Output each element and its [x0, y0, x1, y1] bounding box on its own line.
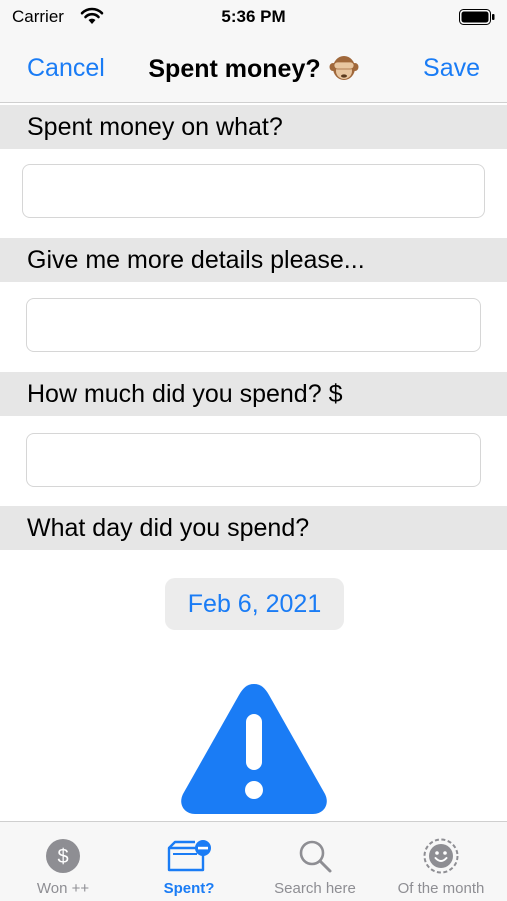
date-picker-button[interactable]: Feb 6, 2021 [165, 578, 344, 630]
page-title-text: Spent money? [148, 55, 321, 83]
section-header-what: Spent money on what? [0, 105, 507, 149]
tab-search-label: Search here [274, 880, 356, 897]
tab-won-label: Won ++ [36, 880, 90, 897]
tab-bar: $ Won ++ Spent? Search here Of the month [0, 821, 507, 901]
tab-month-label: Of the month [397, 880, 485, 897]
section-header-date: What day did you spend? [0, 506, 507, 550]
tab-won[interactable]: $ Won ++ [0, 822, 126, 901]
save-button[interactable]: Save [423, 54, 480, 83]
what-input[interactable] [22, 164, 485, 218]
tab-spent[interactable]: Spent? [126, 822, 252, 901]
status-bar: Carrier 5:36 PM [0, 0, 507, 36]
tab-search[interactable]: Search here [252, 822, 378, 901]
wallet-minus-icon [167, 840, 211, 872]
dollar-circle-icon: $ [46, 839, 80, 873]
see-no-evil-monkey-icon [329, 56, 359, 80]
search-icon [299, 840, 332, 873]
warning-icon [181, 684, 327, 814]
status-time: 5:36 PM [221, 7, 286, 26]
tab-month[interactable]: Of the month [378, 822, 504, 901]
navigation-bar: Cancel Spent money? Save [0, 36, 507, 103]
section-header-details: Give me more details please... [0, 238, 507, 282]
smiley-badge-icon [423, 838, 459, 874]
details-input[interactable] [26, 298, 481, 352]
battery-icon [459, 9, 495, 25]
tab-spent-label: Spent? [163, 880, 215, 897]
amount-input[interactable] [26, 433, 481, 487]
section-header-amount: How much did you spend? $ [0, 372, 507, 416]
svg-text:$: $ [57, 846, 68, 868]
